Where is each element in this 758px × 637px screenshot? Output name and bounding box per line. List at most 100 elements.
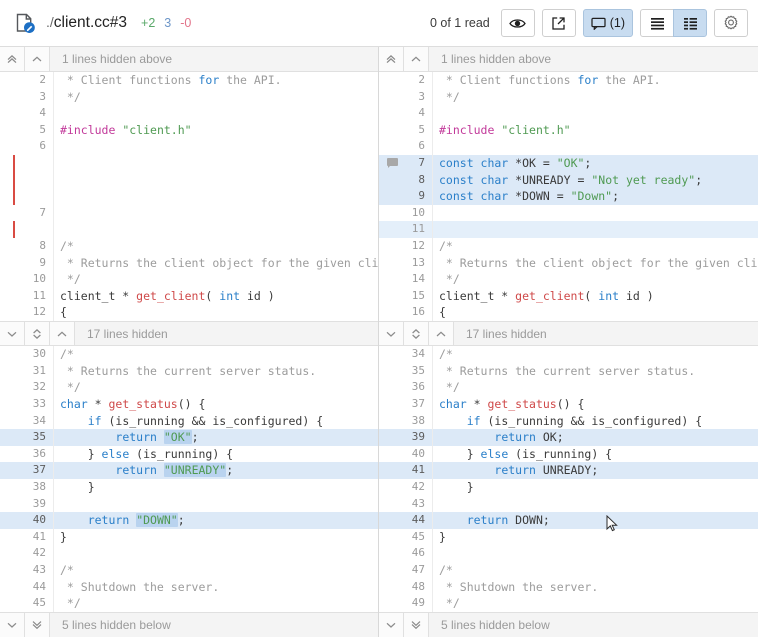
line-gutter[interactable] — [0, 89, 26, 106]
line-gutter[interactable] — [0, 105, 26, 122]
expand-up-icon[interactable] — [429, 322, 454, 346]
code-line[interactable]: 36 */ — [379, 379, 758, 396]
code-line[interactable]: 38 if (is_running && is_configured) { — [379, 412, 758, 430]
expand-all-up-icon[interactable] — [379, 47, 404, 71]
line-gutter[interactable] — [379, 579, 405, 596]
open-external-button[interactable] — [541, 9, 576, 37]
code-line[interactable]: 2 * Client functions for the API. — [379, 72, 758, 89]
expand-down-icon[interactable] — [0, 322, 25, 346]
code-line[interactable]: 44 * Shutdown the server. — [0, 578, 378, 596]
code-line[interactable]: 46 — [379, 545, 758, 562]
line-gutter[interactable] — [0, 288, 26, 305]
code-line[interactable]: 44 return DOWN; — [379, 512, 758, 529]
line-gutter[interactable] — [0, 462, 26, 479]
line-gutter[interactable] — [0, 579, 26, 596]
code-line[interactable]: 10 */ — [0, 271, 378, 288]
expand-all-down-icon[interactable] — [25, 613, 50, 637]
line-gutter[interactable] — [379, 529, 405, 546]
line-gutter[interactable] — [0, 72, 26, 89]
line-gutter[interactable] — [0, 138, 26, 155]
line-gutter[interactable] — [379, 255, 405, 272]
split-view-button[interactable] — [673, 9, 707, 37]
line-gutter[interactable] — [379, 545, 405, 562]
expand-all-down-icon[interactable] — [404, 613, 429, 637]
code-line[interactable]: 42 — [0, 545, 378, 562]
expand-down-icon[interactable] — [0, 613, 25, 637]
code-line[interactable]: 41 return UNREADY; — [379, 462, 758, 479]
code-line[interactable]: 37 return "UNREADY"; — [0, 462, 378, 479]
line-gutter[interactable] — [0, 221, 26, 238]
code-line[interactable]: 37 char * get_status() { — [379, 395, 758, 413]
line-gutter[interactable] — [0, 512, 26, 529]
code-line[interactable]: 9 const char *DOWN = "Down"; — [379, 188, 758, 205]
code-line[interactable]: 36 } else (is_running) { — [0, 445, 378, 463]
code-line[interactable]: 8 /* — [0, 237, 378, 255]
code-line[interactable]: 35 * Returns the current server status. — [379, 362, 758, 380]
line-gutter[interactable] — [379, 138, 405, 155]
line-gutter[interactable] — [379, 122, 405, 139]
code-line[interactable]: 7 — [0, 204, 378, 222]
code-line[interactable]: 35 return "OK"; — [0, 429, 378, 446]
line-gutter[interactable] — [0, 562, 26, 579]
line-gutter[interactable] — [379, 238, 405, 255]
code-line[interactable]: 15 client_t * get_client( int id ) — [379, 287, 758, 305]
line-gutter[interactable] — [0, 379, 26, 396]
code-line[interactable]: 40 } else (is_running) { — [379, 445, 758, 463]
code-line[interactable]: 3 */ — [0, 88, 378, 106]
right-code-block-1[interactable]: 2 * Client functions for the API. 3 */4 5… — [379, 72, 758, 322]
code-line[interactable] — [0, 188, 378, 205]
code-line[interactable]: 47 /* — [379, 561, 758, 579]
line-gutter[interactable] — [379, 105, 405, 122]
line-gutter[interactable] — [0, 171, 26, 189]
code-line[interactable]: 32 */ — [0, 379, 378, 396]
line-gutter[interactable] — [379, 221, 405, 238]
line-gutter[interactable] — [379, 72, 405, 89]
code-line[interactable]: 34 /* — [379, 346, 758, 363]
code-line[interactable]: 6 — [379, 138, 758, 155]
code-line[interactable] — [0, 154, 378, 172]
code-line[interactable]: 42 } — [379, 478, 758, 496]
expand-both-icon[interactable] — [404, 322, 429, 346]
code-line[interactable]: 48 * Shutdown the server. — [379, 578, 758, 596]
line-gutter[interactable] — [0, 154, 26, 172]
code-line[interactable]: 30 /* — [0, 346, 378, 363]
line-gutter[interactable] — [379, 396, 405, 413]
line-gutter[interactable] — [379, 205, 405, 222]
left-code-block-1[interactable]: 2 * Client functions for the API. 3 */4 5… — [0, 72, 378, 322]
line-gutter[interactable] — [379, 446, 405, 463]
code-line[interactable]: 6 — [0, 138, 378, 155]
code-line[interactable] — [0, 171, 378, 189]
code-line[interactable]: 9 * Returns the client object for the gi… — [0, 254, 378, 272]
code-line[interactable]: 16 { — [379, 304, 758, 321]
code-line[interactable]: 40 return "DOWN"; — [0, 512, 378, 529]
line-gutter[interactable] — [379, 479, 405, 496]
expand-all-up-icon[interactable] — [0, 47, 25, 71]
line-gutter[interactable] — [0, 304, 26, 321]
expand-up-icon[interactable] — [50, 322, 75, 346]
code-line[interactable]: 5 #include "client.h" — [379, 121, 758, 139]
line-gutter[interactable] — [0, 529, 26, 546]
line-gutter[interactable] — [379, 304, 405, 321]
code-line[interactable]: 41} — [0, 528, 378, 546]
line-gutter[interactable] — [0, 188, 26, 205]
line-gutter[interactable] — [379, 271, 405, 288]
line-gutter[interactable] — [379, 429, 405, 446]
code-line[interactable]: 12 /* — [379, 237, 758, 255]
code-line[interactable]: 11 — [379, 221, 758, 238]
code-line[interactable]: 33 char * get_status() { — [0, 395, 378, 413]
code-line[interactable]: 39 — [0, 495, 378, 513]
line-gutter[interactable] — [0, 122, 26, 139]
line-gutter[interactable] — [0, 446, 26, 463]
code-line[interactable] — [0, 221, 378, 238]
code-line[interactable]: 39 return OK; — [379, 429, 758, 446]
line-gutter[interactable] — [0, 271, 26, 288]
right-code-block-2[interactable]: 34/* 35 * Returns the current server stat… — [379, 346, 758, 612]
code-line[interactable]: 3 */ — [379, 88, 758, 106]
code-line[interactable]: 34 if (is_running && is_configured) { — [0, 412, 378, 430]
code-line[interactable]: 43 — [379, 495, 758, 513]
line-gutter[interactable] — [379, 379, 405, 396]
code-line[interactable]: 13 * Returns the client object for the g… — [379, 254, 758, 272]
expand-down-icon[interactable] — [379, 613, 404, 637]
unified-view-button[interactable] — [640, 9, 674, 37]
line-gutter[interactable] — [0, 255, 26, 272]
